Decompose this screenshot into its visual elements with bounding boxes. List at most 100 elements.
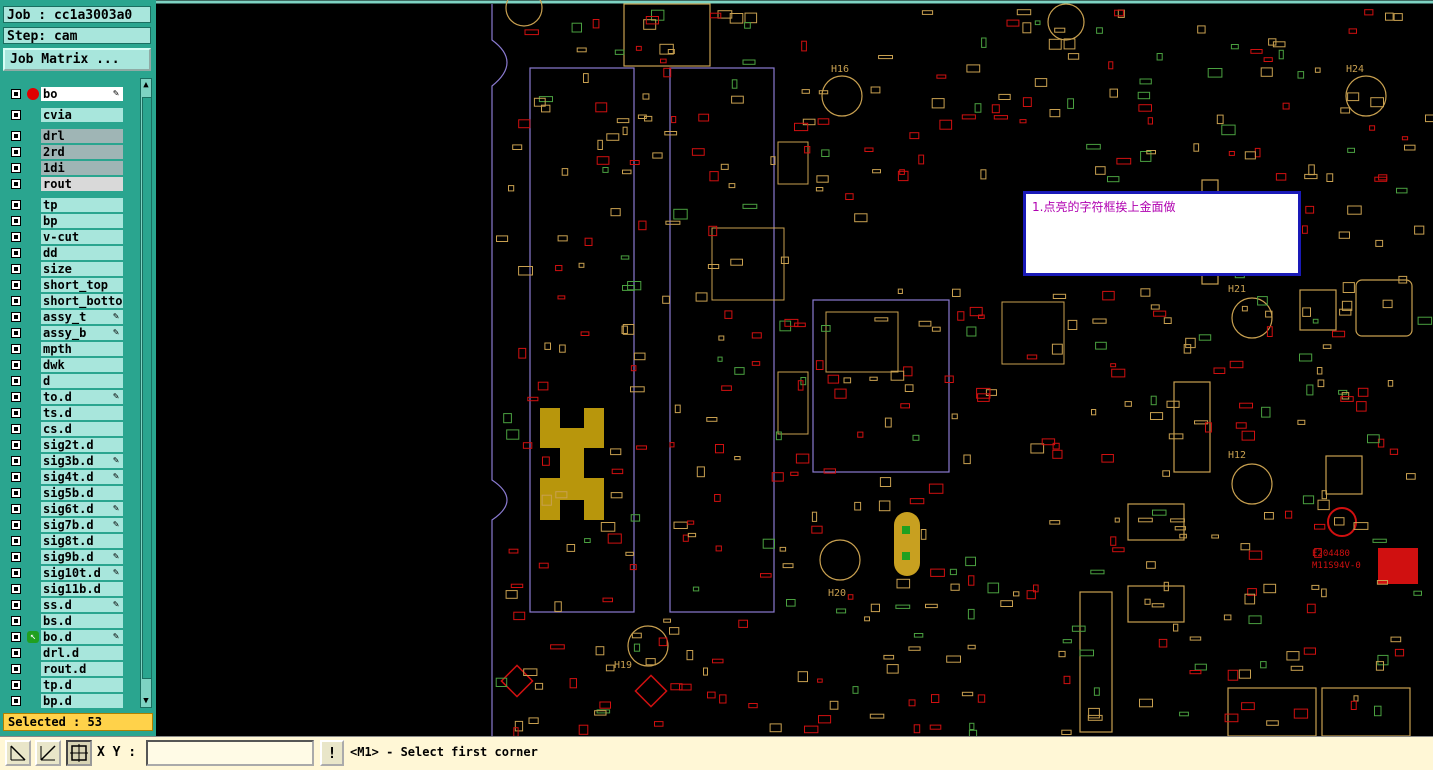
layer-checkbox[interactable] — [11, 296, 21, 306]
layer-row[interactable]: sig11b.d — [3, 581, 137, 597]
layer-row[interactable]: bp — [3, 213, 137, 229]
layer-checkbox[interactable] — [11, 89, 21, 99]
layer-row[interactable]: sig6t.d✎ — [3, 501, 137, 517]
layer-name[interactable]: bp.d — [41, 694, 123, 708]
layer-row[interactable]: short_top — [3, 277, 137, 293]
layer-checkbox[interactable] — [11, 264, 21, 274]
layer-name[interactable]: rout — [41, 177, 123, 191]
layer-row[interactable]: 1di — [3, 160, 137, 176]
layer-name[interactable]: sig6t.d — [41, 502, 123, 516]
layer-name[interactable]: dd — [41, 246, 123, 260]
scroll-down-icon[interactable]: ▼ — [141, 695, 151, 707]
layer-name[interactable]: drl — [41, 129, 123, 143]
layer-row[interactable]: sig2t.d — [3, 437, 137, 453]
layer-checkbox[interactable] — [11, 680, 21, 690]
layer-row[interactable]: sig8t.d — [3, 533, 137, 549]
layer-name[interactable]: sig10t.d — [41, 566, 123, 580]
layer-name[interactable]: dwk — [41, 358, 123, 372]
layer-row[interactable]: v-cut — [3, 229, 137, 245]
xy-input[interactable] — [146, 740, 314, 766]
layer-checkbox[interactable] — [11, 632, 21, 642]
layer-checkbox[interactable] — [11, 616, 21, 626]
layer-name[interactable]: sig8t.d — [41, 534, 123, 548]
layer-name[interactable]: cs.d — [41, 422, 123, 436]
layer-row[interactable]: dd — [3, 245, 137, 261]
layer-checkbox[interactable] — [11, 504, 21, 514]
layer-checkbox[interactable] — [11, 472, 21, 482]
layer-name[interactable]: sig3b.d — [41, 454, 123, 468]
layer-name[interactable]: bs.d — [41, 614, 123, 628]
layer-name[interactable]: short_bottom — [41, 294, 123, 308]
job-matrix-button[interactable]: Job Matrix ... — [3, 48, 151, 71]
layer-name[interactable]: sig5b.d — [41, 486, 123, 500]
layer-name[interactable]: ss.d — [41, 598, 123, 612]
layer-checkbox[interactable] — [11, 147, 21, 157]
layer-name[interactable]: sig7b.d — [41, 518, 123, 532]
layer-row[interactable]: cs.d — [3, 421, 137, 437]
layer-name[interactable]: assy_b — [41, 326, 123, 340]
layer-checkbox[interactable] — [11, 584, 21, 594]
layer-row[interactable]: sig4t.d✎ — [3, 469, 137, 485]
layer-row[interactable]: bp.d — [3, 693, 137, 709]
layer-name[interactable]: short_top — [41, 278, 123, 292]
layer-name[interactable]: bp — [41, 214, 123, 228]
layer-row[interactable]: sig10t.d✎ — [3, 565, 137, 581]
layer-row[interactable]: 2rd — [3, 144, 137, 160]
layer-row[interactable]: d — [3, 373, 137, 389]
execute-button[interactable]: ! — [320, 740, 344, 766]
layer-row[interactable]: sig5b.d — [3, 485, 137, 501]
layer-row[interactable]: tp.d — [3, 677, 137, 693]
line-tool-button[interactable] — [5, 740, 31, 766]
layer-checkbox[interactable] — [11, 131, 21, 141]
layer-checkbox[interactable] — [11, 456, 21, 466]
layer-row[interactable]: size — [3, 261, 137, 277]
layer-row[interactable]: to.d✎ — [3, 389, 137, 405]
layer-row[interactable]: rout — [3, 176, 137, 192]
layer-name[interactable]: size — [41, 262, 123, 276]
layer-checkbox[interactable] — [11, 248, 21, 258]
layer-name[interactable]: tp.d — [41, 678, 123, 692]
layer-row[interactable]: cvia — [3, 107, 137, 123]
layer-checkbox[interactable] — [11, 648, 21, 658]
layer-checkbox[interactable] — [11, 232, 21, 242]
layer-name[interactable]: bo — [41, 87, 123, 101]
layer-checkbox[interactable] — [11, 424, 21, 434]
layer-row[interactable]: sig3b.d✎ — [3, 453, 137, 469]
layer-checkbox[interactable] — [11, 488, 21, 498]
layer-name[interactable]: d — [41, 374, 123, 388]
angle-tool-button[interactable] — [35, 740, 61, 766]
layer-name[interactable]: cvia — [41, 108, 123, 122]
layer-checkbox[interactable] — [11, 664, 21, 674]
layer-name[interactable]: ts.d — [41, 406, 123, 420]
layer-name[interactable]: tp — [41, 198, 123, 212]
layer-checkbox[interactable] — [11, 344, 21, 354]
layer-checkbox[interactable] — [11, 163, 21, 173]
layer-checkbox[interactable] — [11, 440, 21, 450]
layer-checkbox[interactable] — [11, 328, 21, 338]
layer-name[interactable]: to.d — [41, 390, 123, 404]
layer-scrollbar[interactable]: ▲ ▼ — [140, 78, 152, 708]
layer-checkbox[interactable] — [11, 552, 21, 562]
layer-checkbox[interactable] — [11, 600, 21, 610]
layer-name[interactable]: sig4t.d — [41, 470, 123, 484]
layer-checkbox[interactable] — [11, 376, 21, 386]
scroll-up-icon[interactable]: ▲ — [141, 79, 151, 91]
pcb-canvas[interactable]: E204480 M11S94V-0 H16 H24 H21 H12 H20 H1… — [156, 0, 1433, 736]
layer-checkbox[interactable] — [11, 110, 21, 120]
layer-checkbox[interactable] — [11, 360, 21, 370]
layer-checkbox[interactable] — [11, 536, 21, 546]
layer-name[interactable]: v-cut — [41, 230, 123, 244]
layer-row[interactable]: bo✎ — [3, 86, 137, 102]
layer-name[interactable]: 2rd — [41, 145, 123, 159]
layer-row[interactable]: sig9b.d✎ — [3, 549, 137, 565]
layer-row[interactable]: mpth — [3, 341, 137, 357]
layer-row[interactable]: rout.d — [3, 661, 137, 677]
layer-checkbox[interactable] — [11, 408, 21, 418]
layer-row[interactable]: ss.d✎ — [3, 597, 137, 613]
layer-checkbox[interactable] — [11, 179, 21, 189]
layer-name[interactable]: bo.d — [41, 630, 123, 644]
layer-row[interactable]: assy_b✎ — [3, 325, 137, 341]
layer-row[interactable]: assy_t✎ — [3, 309, 137, 325]
layer-row[interactable]: ↖bo.d✎ — [3, 629, 137, 645]
layer-row[interactable]: ts.d — [3, 405, 137, 421]
